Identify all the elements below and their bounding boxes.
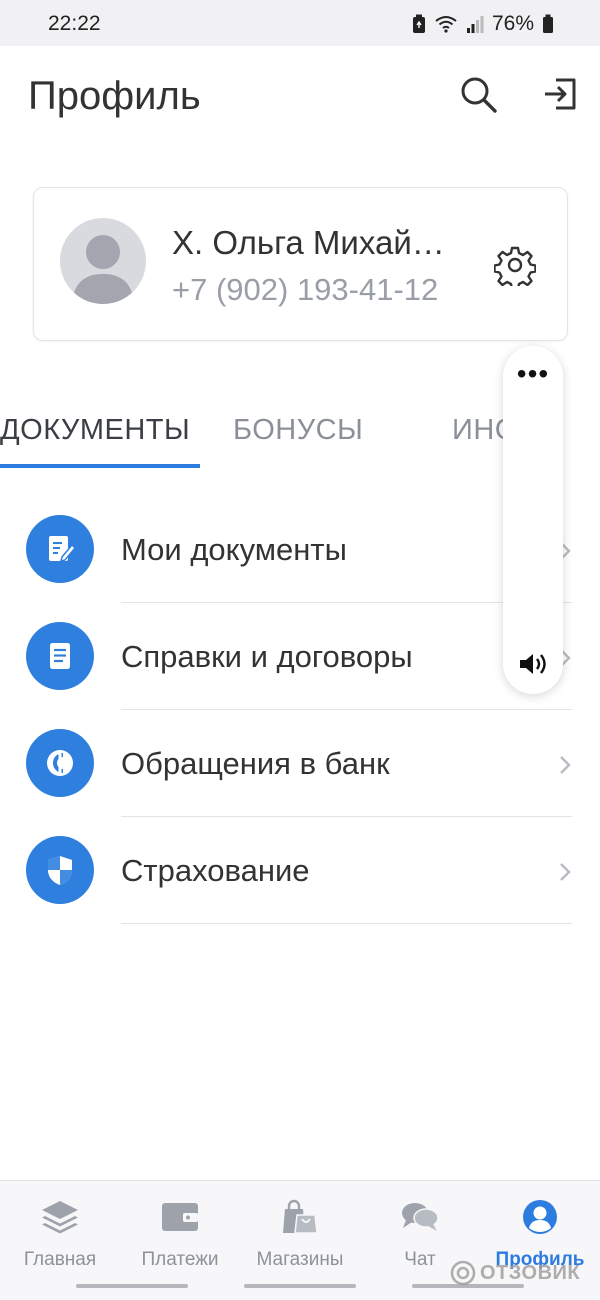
wallet-icon [158,1197,202,1237]
status-bar: 22:22 76% [0,0,600,46]
watermark-logo-icon [450,1260,476,1286]
nav-item-home[interactable]: Главная [0,1197,120,1271]
menu-item-insurance[interactable]: Страхование [0,817,600,924]
menu-item-label: Мои документы [121,532,347,567]
profile-phone: +7 (902) 193-41-12 [172,272,439,307]
chevron-right-icon [560,756,571,774]
avatar [60,218,146,304]
menu-item-bank-requests[interactable]: Обращения в банк [0,710,600,817]
profile-settings-button[interactable] [493,244,537,291]
shopping-bags-icon [278,1197,322,1237]
divider [121,923,572,924]
speaker-icon[interactable] [517,650,549,678]
profile-name: Х. Ольга Михай… [172,224,445,261]
wifi-icon [434,14,458,34]
menu-item-label: Страхование [121,853,310,888]
search-icon [461,77,497,113]
chevron-right-icon [560,863,571,881]
header: Профиль [0,46,600,146]
nav-item-shops[interactable]: Магазины [240,1197,360,1271]
battery-saver-icon [412,14,426,34]
watermark: ОТЗОВИК [450,1260,580,1286]
battery-icon [542,14,554,34]
user-icon [518,1197,562,1237]
logout-button[interactable] [540,74,580,114]
status-time: 22:22 [48,12,101,35]
logout-icon [545,78,576,110]
nav-item-payments[interactable]: Платежи [120,1197,240,1271]
profile-card[interactable]: Х. Ольга Михай… +7 (902) 193-41-12 [33,187,568,341]
shield-icon [26,836,94,904]
user-placeholder-icon [72,235,134,304]
active-tab-indicator [0,464,200,468]
tab-documents[interactable]: ДОКУМЕНТЫ [0,414,190,447]
search-button[interactable] [458,74,498,114]
document-edit-icon [26,515,94,583]
status-icons: 76% [412,12,554,36]
menu-item-label: Справки и договоры [121,639,413,674]
volume-panel[interactable]: ••• [503,346,563,694]
bank-request-icon [26,729,94,797]
nav-label: Главная [23,1249,97,1270]
watermark-text: ОТЗОВИК [480,1261,581,1284]
document-list-icon [26,622,94,690]
battery-percent: 76% [491,12,534,35]
page-title: Профиль [28,74,201,118]
gesture-bar [244,1284,356,1288]
gesture-bar [76,1284,188,1288]
nav-label: Магазины [256,1249,344,1270]
layers-icon [38,1197,82,1237]
menu-item-label: Обращения в банк [121,746,390,781]
chat-icon [398,1197,442,1237]
signal-icon [466,14,484,34]
tab-bonuses[interactable]: БОНУСЫ [233,414,363,447]
volume-more-button[interactable]: ••• [503,360,563,388]
nav-label: Платежи [141,1249,219,1270]
gear-icon [493,246,537,291]
